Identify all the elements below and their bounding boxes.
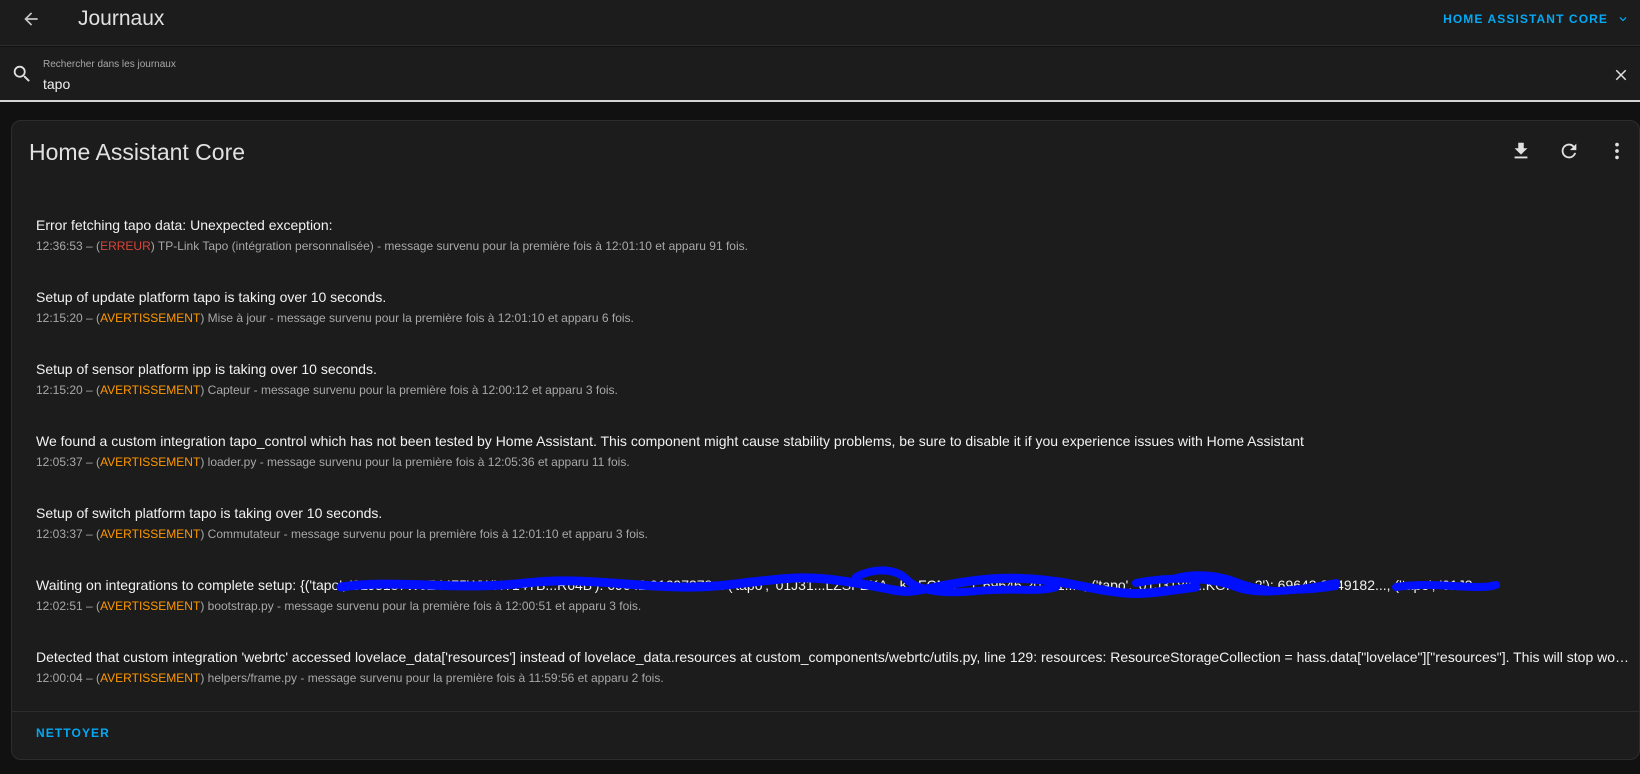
search-icon	[13, 65, 30, 82]
search-input[interactable]	[43, 74, 1543, 94]
log-message: Setup of switch platform tapo is taking …	[36, 505, 383, 521]
log-meta: 12:03:37 – (AVERTISSEMENT) Commutateur -…	[36, 527, 648, 541]
log-message: Error fetching tapo data: Unexpected exc…	[36, 217, 333, 233]
back-button[interactable]	[16, 4, 46, 34]
log-level-badge: AVERTISSEMENT	[100, 671, 201, 685]
log-time: 12:05:37	[36, 455, 83, 469]
log-level-badge: ERREUR	[100, 239, 151, 253]
log-time: 12:15:20	[36, 383, 83, 397]
top-app-bar: Journaux HOME ASSISTANT CORE	[0, 0, 1640, 46]
log-meta: 12:05:37 – (AVERTISSEMENT) loader.py - m…	[36, 455, 630, 469]
log-meta: 12:15:20 – (AVERTISSEMENT) Mise à jour -…	[36, 311, 634, 325]
card-actions	[1509, 139, 1629, 163]
log-message: Detected that custom integration 'webrtc…	[36, 649, 1631, 665]
log-time: 12:15:20	[36, 311, 83, 325]
refresh-button[interactable]	[1557, 139, 1581, 163]
log-time: 12:02:51	[36, 599, 83, 613]
log-message: Waiting on integrations to complete setu…	[36, 577, 1485, 593]
more-vertical-icon	[1615, 142, 1619, 160]
log-entry[interactable]: We found a custom integration tapo_contr…	[36, 433, 1631, 505]
log-search-bar: Rechercher dans les journaux	[0, 47, 1640, 102]
log-message: We found a custom integration tapo_contr…	[36, 433, 1304, 449]
log-provider-label: HOME ASSISTANT CORE	[1443, 12, 1608, 26]
chevron-down-icon	[1619, 17, 1627, 22]
logs-card: Home Assistant Core Error fetching tapo …	[11, 120, 1640, 760]
log-detail: Capteur - message survenu pour la premiè…	[207, 383, 618, 397]
more-options-button[interactable]	[1605, 139, 1629, 163]
card-title: Home Assistant Core	[29, 139, 246, 165]
log-entry[interactable]: Setup of update platform tapo is taking …	[36, 289, 1631, 361]
log-detail: bootstrap.py - message survenu pour la p…	[207, 599, 642, 613]
log-message: Setup of update platform tapo is taking …	[36, 289, 387, 305]
arrow-left-icon	[24, 12, 38, 26]
clear-search-button[interactable]	[1610, 64, 1632, 86]
log-provider-dropdown[interactable]: HOME ASSISTANT CORE	[1443, 10, 1630, 28]
log-level-badge: AVERTISSEMENT	[100, 599, 201, 613]
page-title: Journaux	[78, 7, 165, 30]
log-entry[interactable]: Setup of switch platform tapo is taking …	[36, 505, 1631, 577]
log-time: 12:00:04	[36, 671, 83, 685]
log-time: 12:03:37	[36, 527, 83, 541]
log-entry[interactable]: Waiting on integrations to complete setu…	[36, 566, 1631, 649]
log-entry[interactable]: Error fetching tapo data: Unexpected exc…	[36, 217, 1631, 289]
log-meta: 12:00:04 – (AVERTISSEMENT) helpers/frame…	[36, 671, 664, 685]
log-entry[interactable]: Setup of sensor platform ipp is taking o…	[36, 361, 1631, 433]
log-detail: Mise à jour - message survenu pour la pr…	[207, 311, 634, 325]
log-level-badge: AVERTISSEMENT	[100, 383, 201, 397]
download-icon	[1514, 142, 1528, 159]
search-label: Rechercher dans les journaux	[43, 59, 176, 70]
refresh-icon	[1561, 143, 1577, 159]
log-entry-list: Error fetching tapo data: Unexpected exc…	[36, 217, 1631, 721]
log-level-badge: AVERTISSEMENT	[100, 311, 201, 325]
log-meta: 12:36:53 – (ERREUR) TP-Link Tapo (intégr…	[36, 239, 748, 253]
log-meta: 12:15:20 – (AVERTISSEMENT) Capteur - mes…	[36, 383, 618, 397]
log-time: 12:36:53	[36, 239, 83, 253]
clear-logs-button[interactable]: NETTOYER	[36, 726, 110, 740]
log-detail: Commutateur - message survenu pour la pr…	[207, 527, 648, 541]
log-level-badge: AVERTISSEMENT	[100, 455, 201, 469]
log-detail: TP-Link Tapo (intégration personnalisée)…	[157, 239, 748, 253]
log-message: Setup of sensor platform ipp is taking o…	[36, 361, 377, 377]
log-detail: loader.py - message survenu pour la prem…	[207, 455, 630, 469]
download-button[interactable]	[1509, 139, 1533, 163]
close-icon	[1615, 69, 1627, 81]
card-footer: NETTOYER	[12, 711, 1639, 759]
log-meta: 12:02:51 – (AVERTISSEMENT) bootstrap.py …	[36, 599, 642, 613]
log-level-badge: AVERTISSEMENT	[100, 527, 201, 541]
log-detail: helpers/frame.py - message survenu pour …	[207, 671, 664, 685]
